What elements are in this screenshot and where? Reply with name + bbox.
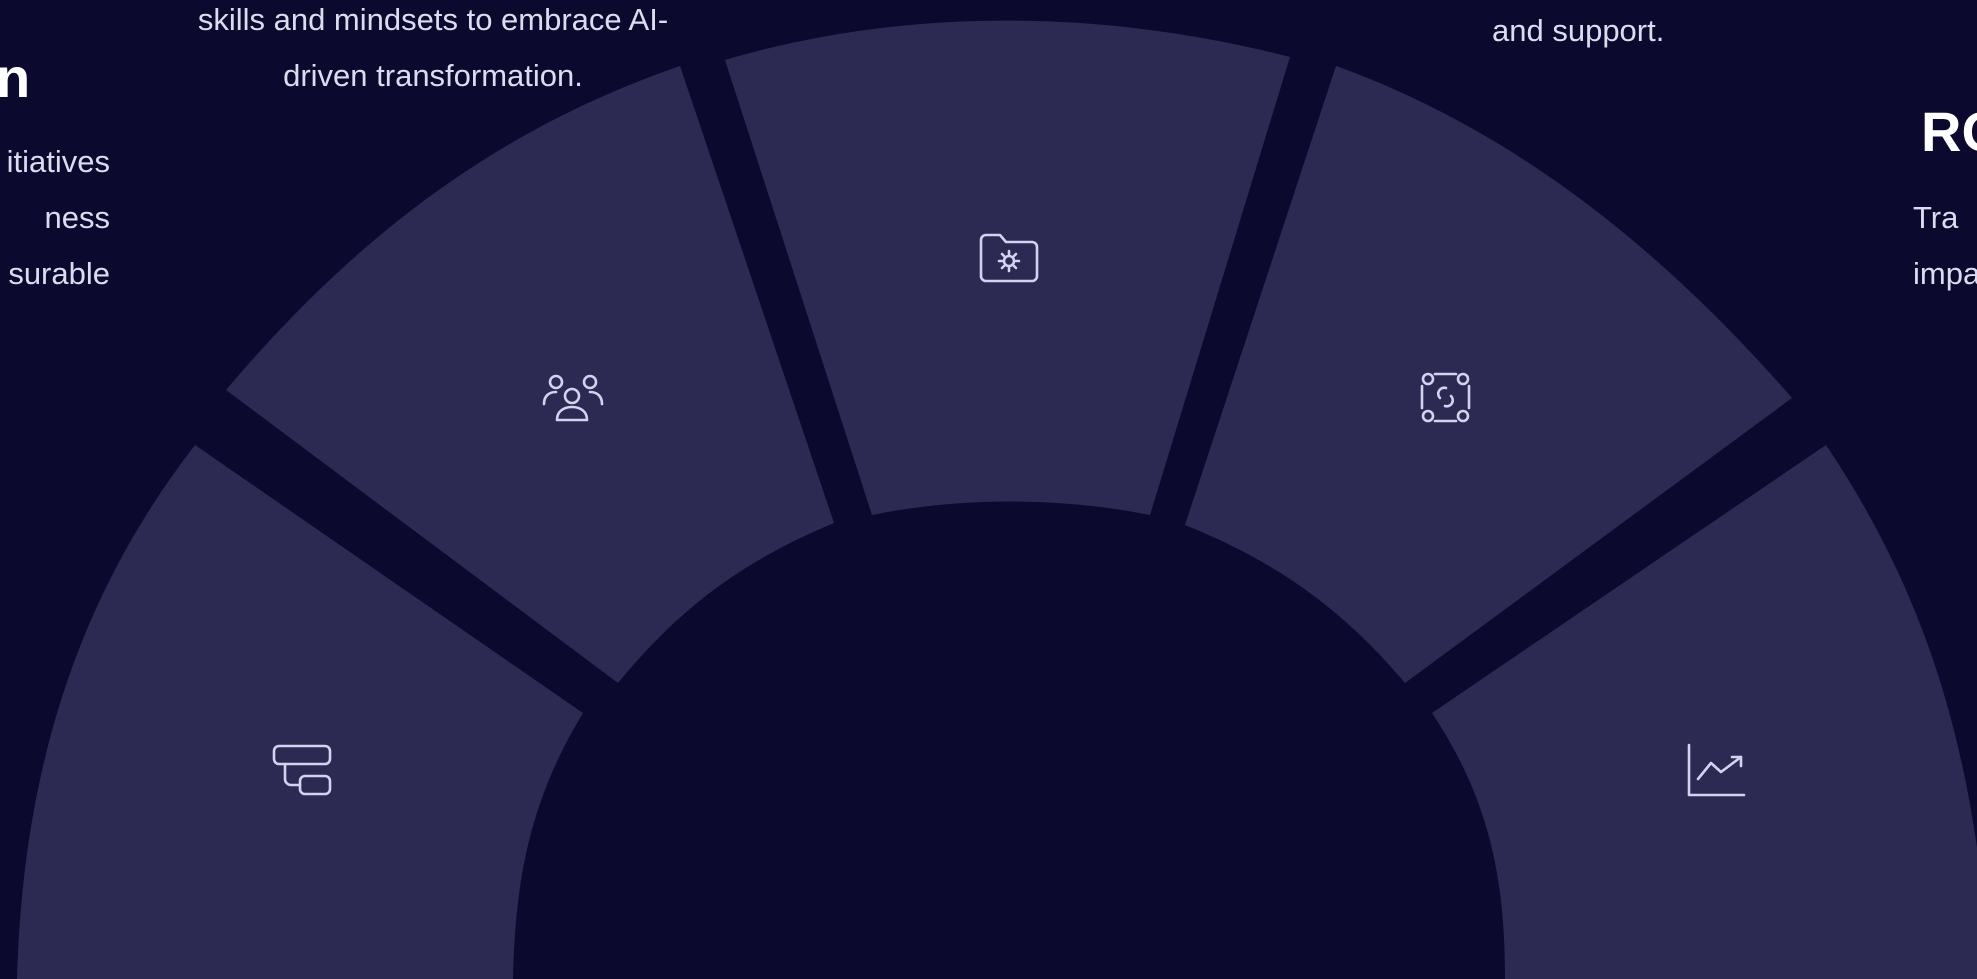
segment-center <box>725 20 1290 516</box>
right-heading: RO <box>1921 100 1977 163</box>
right-line-1: Tra <box>1913 200 1959 235</box>
left-line-1: itiatives <box>6 144 110 179</box>
segment-wheel <box>17 20 1977 979</box>
right-line-2: impa <box>1913 256 1977 291</box>
left-description: itiatives ness surable <box>0 134 110 302</box>
skills-line-1: skills and mindsets to embrace AI- <box>197 2 669 37</box>
right-description: Tra impa <box>1913 190 1977 302</box>
support-text: and support. <box>1492 13 1665 48</box>
left-line-2: ness <box>44 200 110 235</box>
skills-description: skills and mindsets to embrace AI- drive… <box>176 0 690 104</box>
skills-line-2: driven transformation. <box>283 58 583 93</box>
left-heading: n <box>0 46 31 109</box>
left-line-3: surable <box>8 256 110 291</box>
